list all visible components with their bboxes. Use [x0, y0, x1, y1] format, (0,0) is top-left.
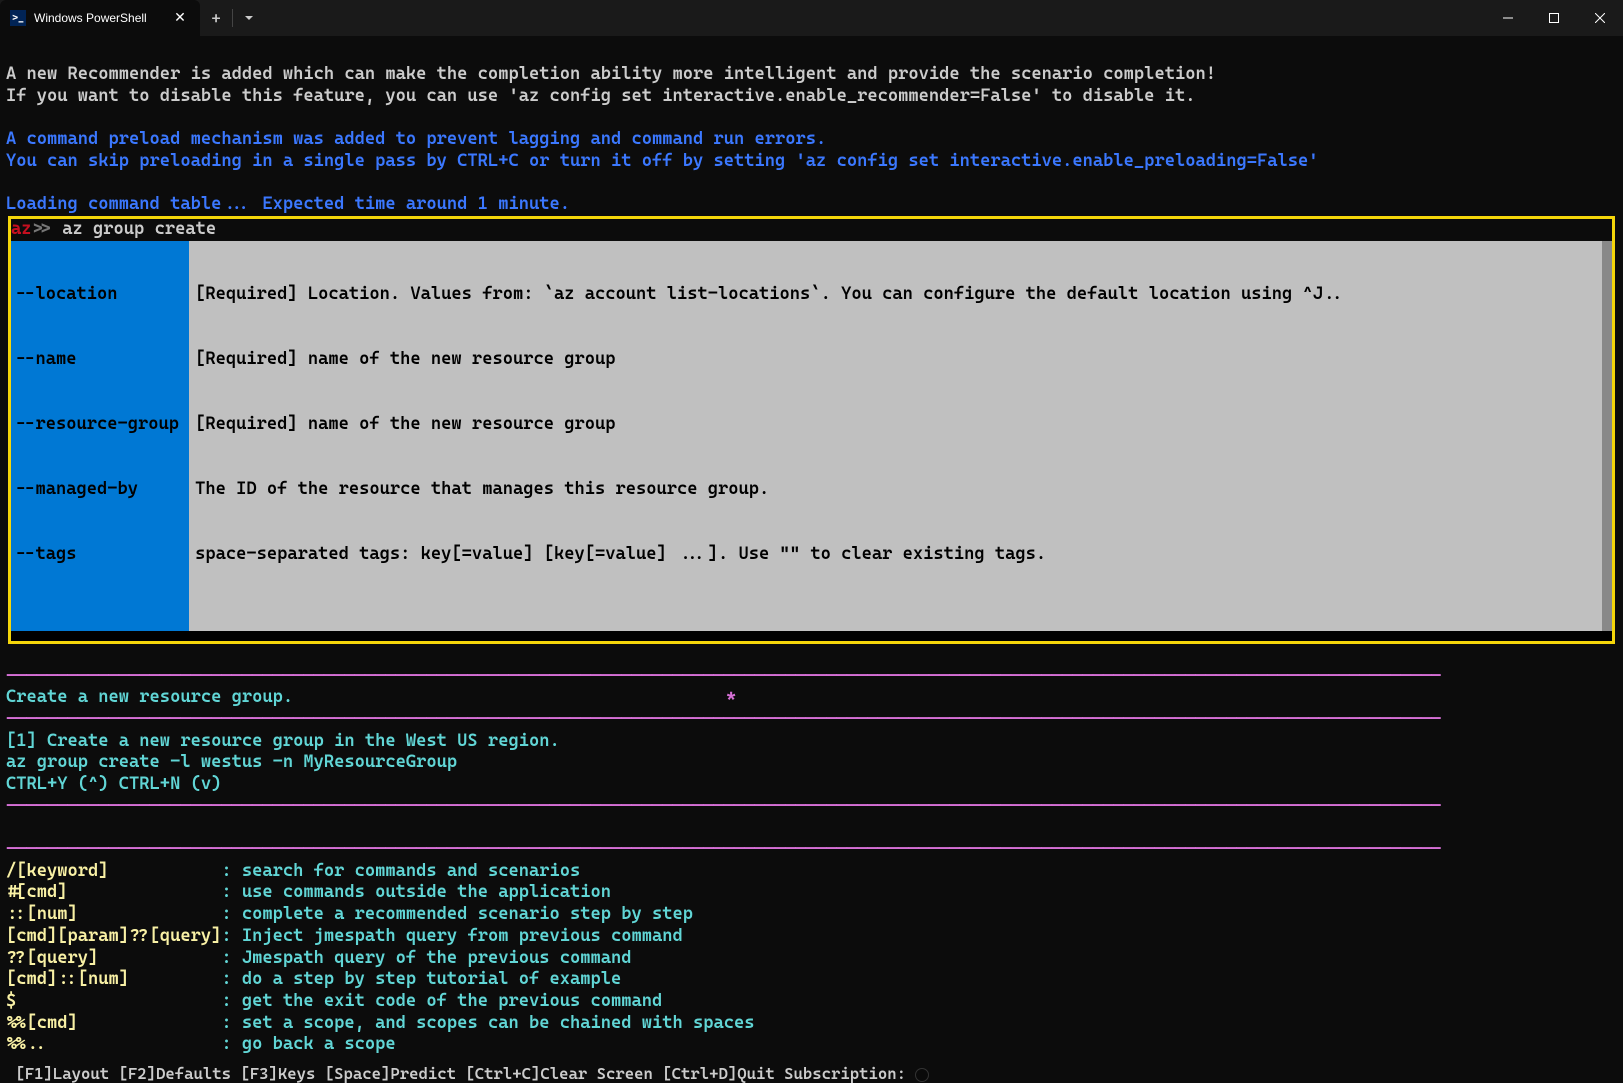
example-line-3: CTRL+Y (^) CTRL+N (v): [6, 774, 1617, 796]
help-row-4: ??[query] : Jmespath query of the previo…: [6, 948, 1617, 970]
autocomplete-highlight: az>> az group create --location --name -…: [8, 216, 1615, 644]
preload-line-2: You can skip preloading in a single pass…: [6, 151, 1617, 173]
description-line: Create a new resource group. *: [6, 687, 1617, 709]
param-resource-group[interactable]: --resource-group: [13, 414, 185, 436]
maximize-button[interactable]: [1531, 0, 1577, 36]
desc-tags: space-separated tags: key[=value] [key[=…: [195, 544, 1606, 566]
autocomplete-params: --location --name --resource-group --man…: [11, 241, 189, 631]
help-row-7: %%[cmd] : set a scope, and scopes can be…: [6, 1013, 1617, 1035]
example-line-2: az group create -l westus -n MyResourceG…: [6, 752, 1617, 774]
powershell-icon: >_: [10, 10, 26, 26]
param-location[interactable]: --location: [13, 284, 185, 306]
separator-4: ----------------------------------------…: [6, 839, 1617, 861]
help-row-6: $ : get the exit code of the previous co…: [6, 991, 1617, 1013]
autocomplete-popup[interactable]: --location --name --resource-group --man…: [11, 241, 1612, 631]
prompt-line[interactable]: az>> az group create: [11, 219, 1612, 241]
new-tab-button[interactable]: +: [200, 0, 232, 36]
intro-line-2: If you want to disable this feature, you…: [6, 86, 1617, 108]
minimize-button[interactable]: [1485, 0, 1531, 36]
help-row-2: ::[num] : complete a recommended scenari…: [6, 904, 1617, 926]
param-name[interactable]: --name: [13, 349, 185, 371]
preload-line-1: A command preload mechanism was added to…: [6, 129, 1617, 151]
tab-dropdown-button[interactable]: [233, 0, 265, 36]
prompt-chevron: >>: [32, 219, 63, 239]
desc-managed-by: The ID of the resource that manages this…: [195, 479, 1606, 501]
param-tags[interactable]: --tags: [13, 544, 185, 566]
desc-name: [Required] name of the new resource grou…: [195, 349, 1606, 371]
prompt-command: az group create: [62, 219, 216, 239]
tab-title: Windows PowerShell: [34, 11, 162, 25]
asterisk-icon: *: [726, 687, 736, 709]
subscription-indicator: [915, 1068, 929, 1082]
titlebar-left: >_ Windows PowerShell ✕ +: [0, 0, 265, 36]
desc-resource-group: [Required] name of the new resource grou…: [195, 414, 1606, 436]
separator-3: ----------------------------------------…: [6, 796, 1617, 818]
terminal-body[interactable]: A new Recommender is added which can mak…: [0, 36, 1623, 1064]
help-row-3: [cmd][param]??[query]: Inject jmespath q…: [6, 926, 1617, 948]
intro-line-1: A new Recommender is added which can mak…: [6, 64, 1617, 86]
close-icon[interactable]: ✕: [170, 8, 190, 28]
close-window-button[interactable]: [1577, 0, 1623, 36]
help-row-5: [cmd]::[num] : do a step by step tutoria…: [6, 969, 1617, 991]
bottom-bar: [F1]Layout [F2]Defaults [F3]Keys [Space]…: [0, 1064, 1623, 1083]
example-line-1: [1] Create a new resource group in the W…: [6, 731, 1617, 753]
separator-1: ----------------------------------------…: [6, 666, 1617, 688]
prompt-prefix: az: [11, 219, 32, 239]
separator-2: ----------------------------------------…: [6, 709, 1617, 731]
help-row-8: %%.. : go back a scope: [6, 1034, 1617, 1056]
window-controls: [1485, 0, 1623, 36]
help-row-1: #[cmd] : use commands outside the applic…: [6, 882, 1617, 904]
param-managed-by[interactable]: --managed-by: [13, 479, 185, 501]
loading-line: Loading command table... Expected time a…: [6, 194, 1617, 216]
autocomplete-descriptions: [Required] Location. Values from: `az ac…: [189, 241, 1612, 631]
autocomplete-scrollbar[interactable]: [1602, 241, 1612, 631]
desc-location: [Required] Location. Values from: `az ac…: [195, 284, 1606, 306]
help-row-0: /[keyword] : search for commands and sce…: [6, 861, 1617, 883]
titlebar: >_ Windows PowerShell ✕ +: [0, 0, 1623, 36]
tab-powershell[interactable]: >_ Windows PowerShell ✕: [0, 0, 200, 36]
